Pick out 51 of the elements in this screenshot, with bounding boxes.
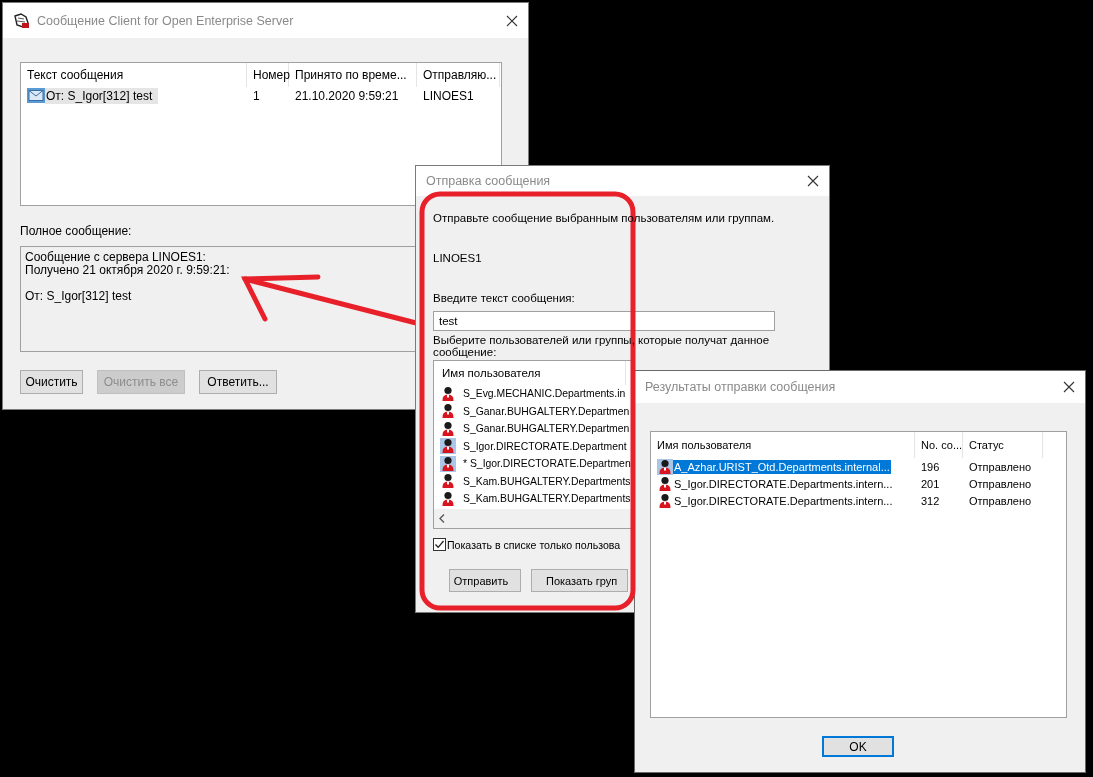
scrollbar[interactable] (434, 509, 631, 528)
user-name[interactable]: A_Azhar.URIST_Otd.Departments.internal... (673, 459, 891, 474)
status-cell-text: Отправлено (968, 477, 1033, 490)
user-name[interactable]: S_Ganar.BUHGALTERY.Departmen (463, 423, 630, 435)
user-name[interactable]: S_Igor.DIRECTORATE.Departments.intern... (673, 493, 894, 508)
table-cell-text: LINOES1 (422, 88, 475, 103)
column-header[interactable]: Имя пользователя (651, 432, 915, 458)
button[interactable]: Показать груп (531, 569, 628, 592)
column-header[interactable]: Статус (963, 432, 1043, 458)
button[interactable]: Очистить (20, 370, 83, 394)
button[interactable]: Ответить... (199, 370, 277, 394)
table-cell-text: 312 (920, 494, 941, 507)
close-icon[interactable] (807, 175, 819, 187)
table-cell-text: 21.10.2020 9:59:21 (294, 88, 400, 103)
table-cell-text: 201 (920, 477, 941, 490)
button[interactable]: Отправить (449, 569, 521, 592)
status-cell-text: Отправлено (968, 494, 1033, 507)
window-title: Отправка сообщения (426, 174, 552, 188)
close-icon[interactable] (1063, 381, 1075, 393)
message-line: От: S_Igor[312] test (25, 290, 132, 303)
column-header[interactable]: No. со... (915, 432, 963, 458)
window-title: Сообщение Client for Open Enterprise Server (37, 13, 295, 28)
message-text[interactable]: От: S_Igor[312] test (45, 87, 159, 104)
table-cell-text: 196 (920, 460, 941, 473)
message-line: Сообщение с сервера LINOES1: (25, 251, 206, 264)
status-cell-text: Отправлено (968, 460, 1033, 473)
column-header[interactable]: Номер (247, 63, 289, 87)
user-name[interactable]: S_Igor.DIRECTORATE.Departments.intern... (673, 476, 894, 491)
server-name: LINOES1 (433, 252, 482, 264)
column-header[interactable]: Принято по време... (289, 63, 417, 87)
ok-button[interactable]: OK (822, 736, 894, 757)
close-icon[interactable] (506, 14, 518, 27)
user-name[interactable]: S_Kam.BUHGALTERY.Departments (463, 475, 631, 487)
column-header[interactable]: Отправляю... (417, 63, 500, 87)
column-header[interactable]: Текст сообщения (21, 63, 247, 87)
user-name[interactable]: S_Ganar.BUHGALTERY.Departmen (463, 405, 630, 417)
full-message-label: Полное сообщение: (20, 224, 133, 238)
message-line: Получено 21 октября 2020 г. 9:59:21: (25, 264, 230, 277)
field-label: Введите текст сообщения: (433, 292, 575, 304)
user-name[interactable]: * S_Igor.DIRECTORATE.Departmen (463, 458, 631, 470)
user-name[interactable]: S_Kam.BUHGALTERY.Departments (463, 493, 631, 505)
user-name[interactable]: S_Igor.DIRECTORATE.Department (463, 440, 627, 452)
checkbox[interactable] (433, 538, 446, 551)
message-input[interactable]: test (433, 311, 775, 331)
window-title: Результаты отправки сообщения (645, 380, 837, 394)
checkbox-label[interactable]: Показать в списке только пользова (447, 538, 621, 551)
user-name[interactable]: S_Evg.MECHANIC.Departments.in (463, 388, 626, 400)
app-icon (13, 12, 31, 29)
scroll-left-icon[interactable] (439, 514, 445, 523)
column-header[interactable]: Имя пользователя (436, 361, 626, 385)
table-cell-text: 1 (252, 88, 261, 103)
